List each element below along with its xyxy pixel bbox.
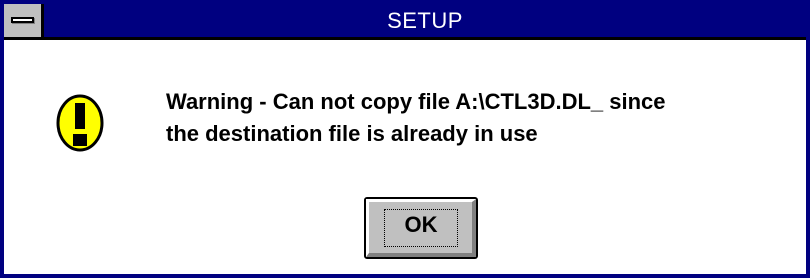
system-menu-button[interactable] bbox=[4, 4, 44, 37]
warning-message: Warning - Can not copy file A:\CTL3D.DL_… bbox=[166, 86, 796, 150]
setup-dialog: SETUP Warning - Can not copy file A:\CTL… bbox=[0, 0, 810, 278]
system-menu-icon bbox=[11, 17, 34, 23]
window-title: SETUP bbox=[387, 8, 463, 33]
warning-message-line-2: the destination file is already in use bbox=[166, 121, 538, 146]
ok-button[interactable]: OK bbox=[364, 197, 478, 259]
warning-message-line-1: Warning - Can not copy file A:\CTL3D.DL_… bbox=[166, 89, 666, 114]
exclamation-icon bbox=[56, 94, 104, 152]
ok-button-label: OK bbox=[404, 212, 438, 237]
title-bar[interactable]: SETUP bbox=[4, 4, 806, 40]
